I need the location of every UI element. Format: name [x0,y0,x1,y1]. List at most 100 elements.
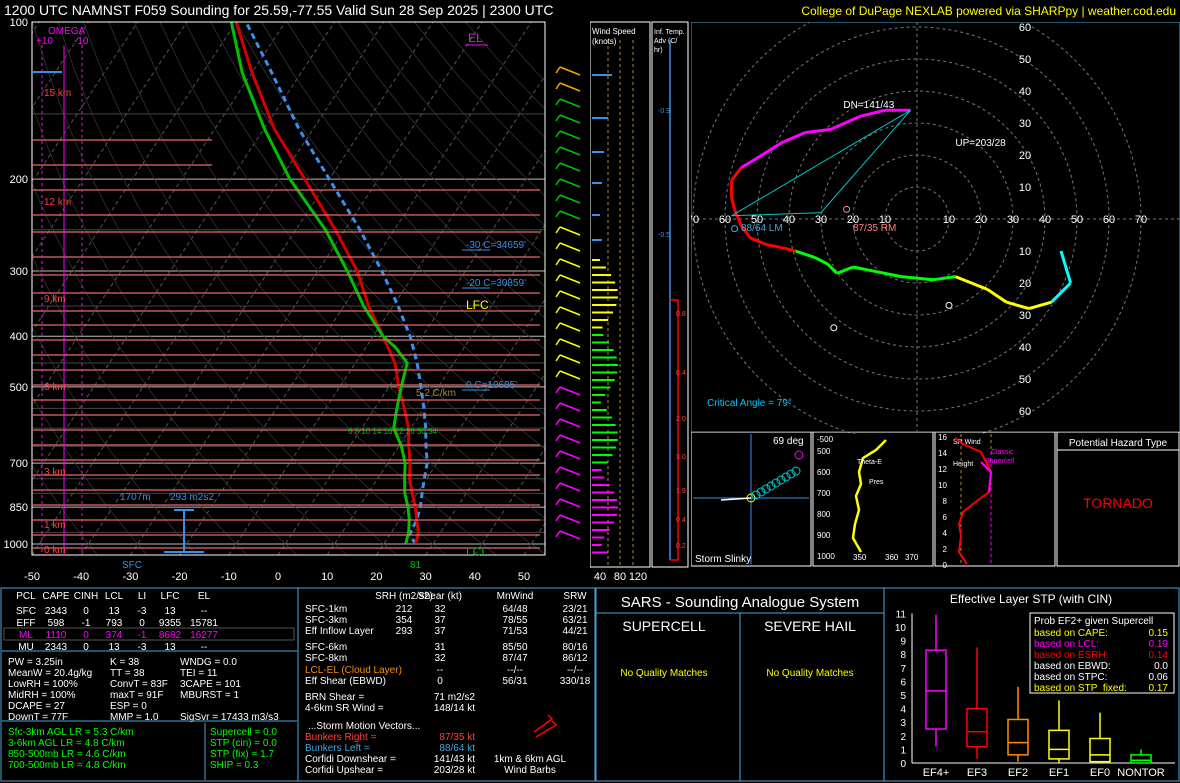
wind-barb [559,194,581,204]
wind-barb [559,418,581,428]
theta-ytick: 900 [817,531,831,540]
kin-cell: 37 [434,626,446,637]
pcl-header: LFC [161,591,180,602]
hodo-xtick: 10 [943,214,955,226]
inftemp-title3: hr) [654,47,663,54]
temp-tick: -40 [73,571,89,583]
wind-barb-flag [555,306,561,314]
theta-xtick: 350 [853,553,867,562]
wind-barb-flag [555,530,561,538]
srwind-ytick: 2 [943,545,948,554]
srwind-ytick: 0 [943,561,948,568]
stp-ytick: 9 [900,637,906,648]
kin-header: MnWind [497,591,534,602]
pcl-header: EL [198,591,211,602]
critical-angle: Critical Angle = 79° [707,398,792,409]
index-col2: maxT = 91F [110,690,163,701]
composite: STP (fix) = 1.7 [210,749,274,760]
composite: Supercell = 0.0 [210,727,277,738]
wind-barb-flag [555,418,561,426]
inftemp-tick: -0.5 [658,232,670,239]
kin-cell: Eff Inflow Layer [305,626,374,637]
hodo-segment [932,275,956,282]
left-mover-label: 88/64 LM [741,223,783,234]
pressure-tick: 850 [10,502,28,514]
hodo-segment [782,131,806,144]
stp-category: EF1 [1049,767,1069,779]
index-col3: TEI = 11 [180,668,218,679]
srwind-ytick: 6 [943,513,948,522]
stp-box [925,649,947,730]
lapse-rate: 700-500mb LR = 4.8 C/km [8,760,126,771]
br-val: 87/35 kt [439,732,475,743]
prob-label: based on LCL: [1034,639,1099,650]
theta-ytick: 500 [817,447,831,456]
lcl-label: LCL [466,545,488,559]
pressure-tick: 1000 [4,539,28,551]
temp-tick: -30 [122,571,138,583]
pcl-header: LI [138,591,146,602]
pcl-cell: -1 [138,630,147,641]
wind-barb [559,98,581,108]
kin-cell: Eff Shear (EBWD) [305,676,386,687]
slinky-top [794,450,804,460]
dn-marker [830,324,838,332]
wind-barb [559,514,581,524]
hodo-segment [782,246,796,253]
slinky-title: Storm Slinky [695,554,751,565]
height-label: 12 km [44,197,71,208]
wind-tick: 120 [629,571,647,583]
wind-barb-flag [555,82,561,90]
hodo-segment [813,256,829,266]
prob-value: 0.19 [1149,639,1169,650]
wind-barb [559,530,581,540]
dn-label: DN=141/43 [843,100,894,111]
prob-label: based on ESRH: [1034,650,1109,661]
sfc-temp: 81 [410,560,422,571]
br-label: Bunkers Right = [305,732,377,743]
sars-supercell: SUPERCELL [622,618,705,634]
wind-speed-title2: (knots) [592,37,617,46]
theta-xtick: 360 [885,553,899,562]
prob-title: Prob EF2+ given Supercell [1034,616,1153,627]
cu-label: Corfidi Upshear = [305,765,383,776]
srwind-upper [980,461,993,493]
hodo-segment [900,275,934,282]
pcl-cell: 598 [48,618,65,629]
hodo-ytick: 60 [1019,22,1031,34]
srwind-ytick: 10 [938,481,947,490]
kin-cell: SFC-1km [305,604,347,615]
wind-tick: 80 [614,571,626,583]
cu-val: 203/28 kt [434,765,475,776]
pcl-cell: EFF [17,618,36,629]
wind-barb-flag [555,450,561,458]
hodo-segment [1028,300,1052,311]
hodo-ytick: 50 [1019,54,1031,66]
hodo-segment [986,288,1008,304]
slinky-angle: 69 deg [773,436,804,447]
hodo-ytick: 30 [1019,310,1031,322]
pcl-cell: ML [19,630,33,641]
srwind-ytick: 4 [943,529,948,538]
pcl-header: LCL [105,591,124,602]
pbl-left: 1707m [120,492,151,503]
inftemp-tick: 2.0 [676,416,686,423]
stp-ytick: 6 [900,677,906,688]
pcl-cell: 0 [83,630,89,641]
pressure-tick: 700 [10,458,28,470]
kin-cell: 32 [434,653,446,664]
right-mover-label: 87/35 RM [853,223,896,234]
srwind-ytick: 16 [938,433,947,442]
hodo-segment [859,108,886,119]
pressure-tick: 100 [10,17,28,29]
hodo-ytick: 30 [1019,118,1031,130]
wind-barb-flag [555,354,561,362]
index-col1: DCAPE = 27 [8,701,65,712]
wind-barb [559,178,581,188]
srwind-line [954,437,993,565]
wind-barb [559,386,581,396]
lapse-rate: Sfc-3km AGL LR = 5.3 C/km [8,727,134,738]
temperature-line [234,22,420,545]
wind-tick: 40 [594,571,606,583]
pcl-cell: -- [201,606,208,617]
